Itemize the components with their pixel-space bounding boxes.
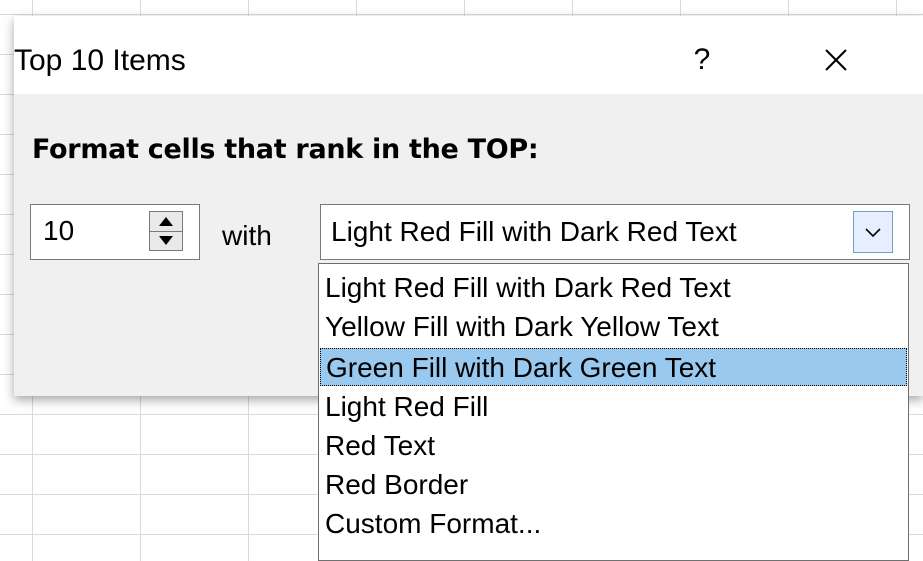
dialog-title: Top 10 Items <box>14 44 186 77</box>
format-dropdown-button[interactable] <box>853 211 893 253</box>
format-option-yellow-fill-dark-yellow-text[interactable]: Yellow Fill with Dark Yellow Text <box>320 308 907 346</box>
dialog-titlebar: Top 10 Items ? <box>14 16 923 94</box>
rank-count-spinner[interactable]: 10 <box>30 204 200 260</box>
format-option-green-fill-dark-green-text[interactable]: Green Fill with Dark Green Text <box>320 348 907 386</box>
format-option-light-red-fill[interactable]: Light Red Fill <box>320 388 907 426</box>
rank-prompt-label: Format cells that rank in the TOP: <box>32 134 539 165</box>
with-label: with <box>222 220 272 251</box>
format-dropdown-list: Light Red Fill with Dark Red Text Yellow… <box>318 263 909 561</box>
spinner-up-button[interactable] <box>150 212 182 232</box>
chevron-down-icon <box>865 228 881 238</box>
triangle-down-icon <box>159 236 173 245</box>
format-combobox[interactable]: Light Red Fill with Dark Red Text <box>320 204 910 260</box>
spinner-down-button[interactable] <box>150 231 182 250</box>
triangle-up-icon <box>159 217 173 226</box>
spinner-buttons <box>149 211 183 251</box>
format-combobox-value: Light Red Fill with Dark Red Text <box>331 216 737 247</box>
close-button[interactable] <box>814 38 858 82</box>
help-button[interactable]: ? <box>682 38 722 82</box>
format-option-red-border[interactable]: Red Border <box>320 466 907 504</box>
format-option-custom-format[interactable]: Custom Format... <box>320 505 907 543</box>
close-icon <box>825 49 847 71</box>
rank-count-value[interactable]: 10 <box>43 215 74 247</box>
format-option-red-text[interactable]: Red Text <box>320 427 907 465</box>
format-option-light-red-fill-dark-red-text[interactable]: Light Red Fill with Dark Red Text <box>320 269 907 307</box>
